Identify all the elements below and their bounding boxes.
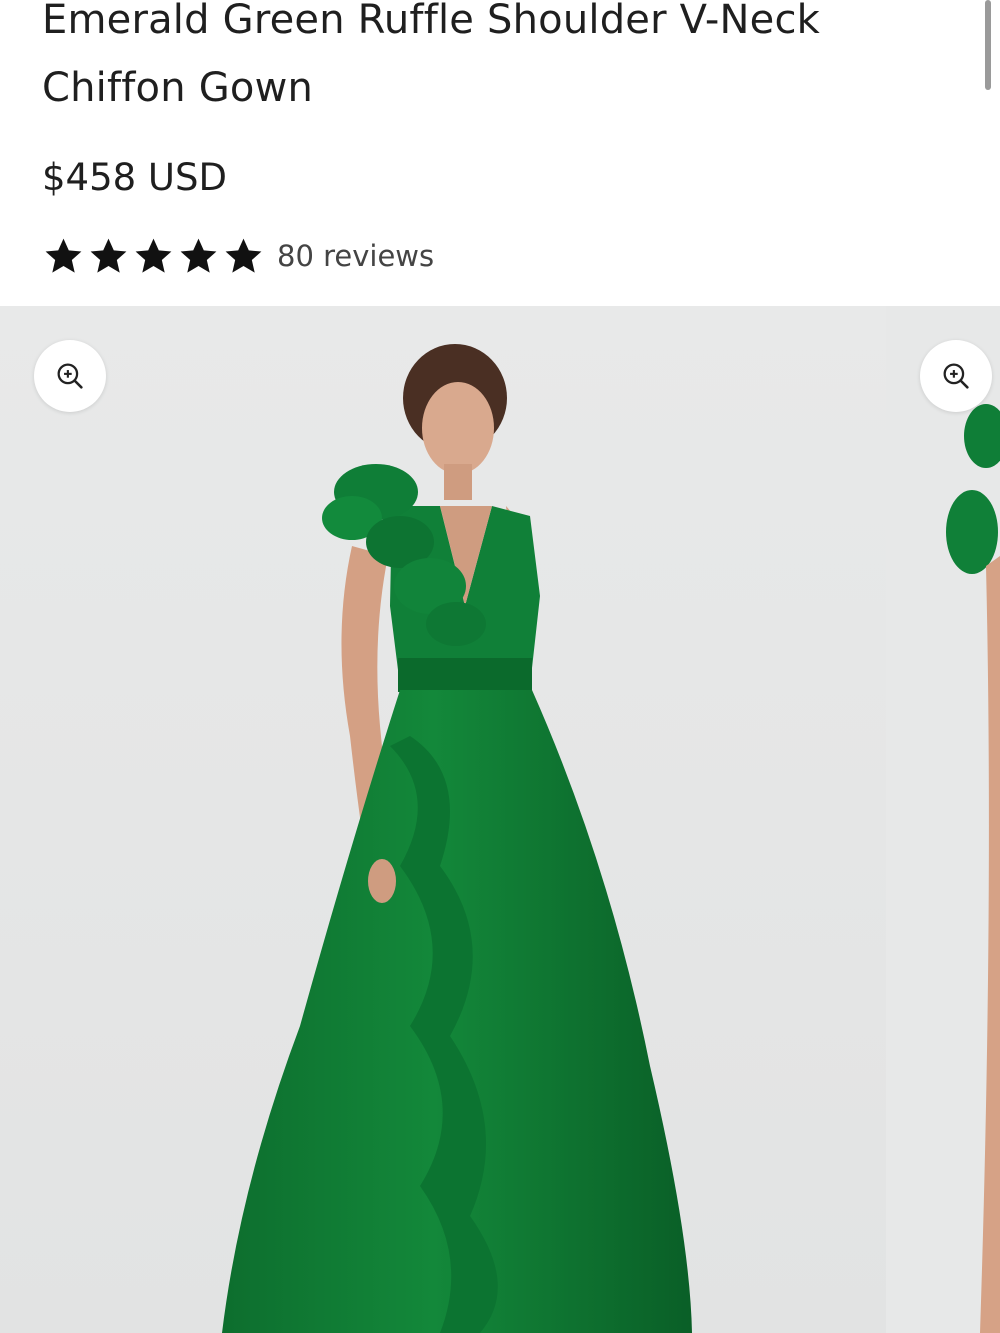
- star-rating: [42, 235, 265, 278]
- gallery-slide-next[interactable]: [886, 306, 1000, 1333]
- star-icon: [225, 238, 262, 273]
- zoom-in-icon: [57, 363, 83, 389]
- star-icon: [90, 238, 127, 273]
- product-page: Emerald Green Ruffle Shoulder V-Neck Chi…: [0, 0, 1000, 1333]
- product-image-gallery[interactable]: [0, 306, 1000, 1333]
- rating-summary[interactable]: 80 reviews: [42, 230, 434, 282]
- product-title: Emerald Green Ruffle Shoulder V-Neck Chi…: [42, 0, 821, 111]
- star-icon: [180, 238, 217, 273]
- product-photo: [0, 306, 886, 1333]
- product-photo: [886, 306, 1000, 1333]
- zoom-in-icon: [943, 363, 969, 389]
- page-scrollbar[interactable]: [985, 0, 991, 90]
- product-price: $458 USD: [42, 156, 227, 199]
- star-icon: [135, 238, 172, 273]
- star-icon: [45, 238, 82, 273]
- zoom-button[interactable]: [34, 340, 106, 412]
- reviews-count-link[interactable]: 80 reviews: [277, 239, 434, 273]
- zoom-button[interactable]: [920, 340, 992, 412]
- gallery-slide-main[interactable]: [0, 306, 886, 1333]
